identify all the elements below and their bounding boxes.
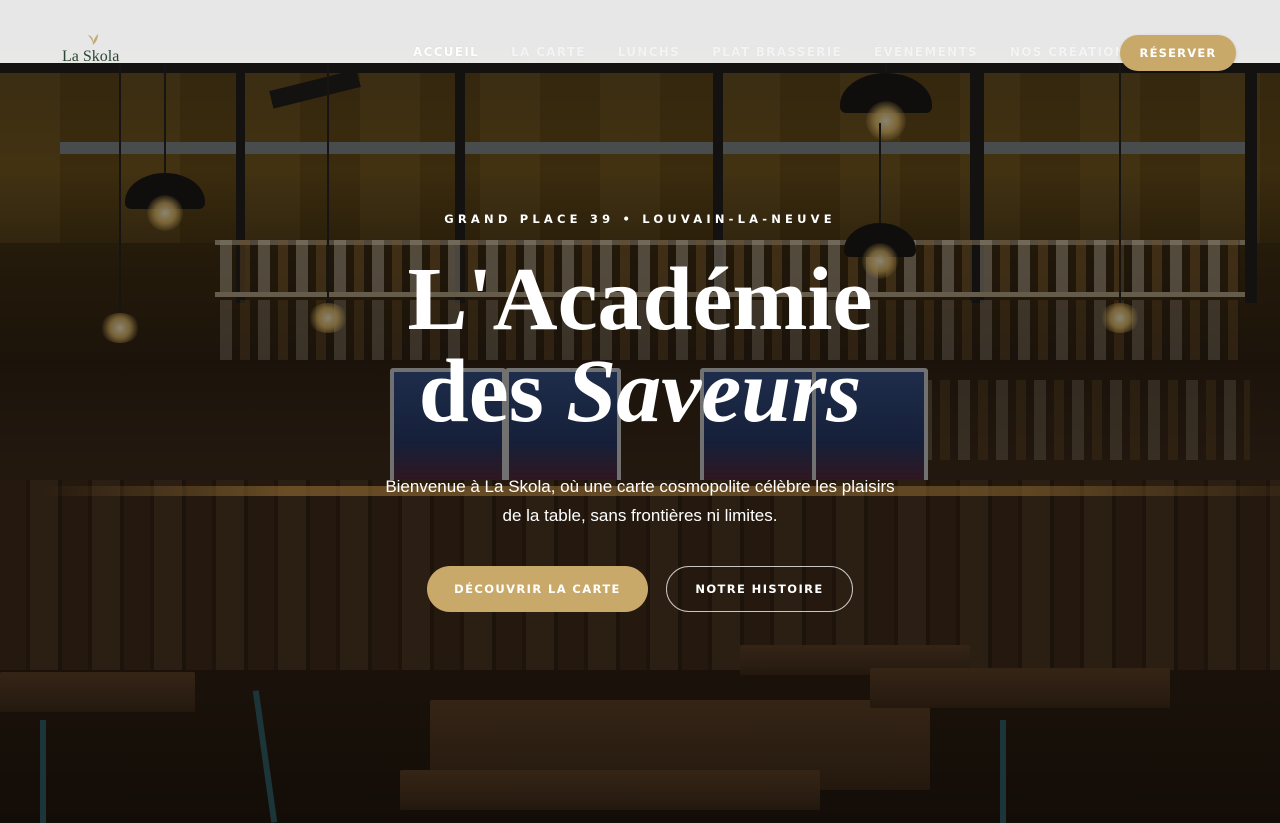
nav-item-nos-creations[interactable]: NOS CRÉATIONS	[1010, 45, 1136, 59]
hero-title-plain: des	[418, 342, 567, 441]
discover-menu-button[interactable]: DÉCOUVRIR LA CARTE	[427, 566, 648, 612]
leaf-icon	[86, 32, 100, 49]
hero-title: L'Académie des Saveurs	[0, 254, 1280, 438]
hero-description: Bienvenue à La Skola, où une carte cosmo…	[385, 477, 895, 525]
hero-title-italic: Saveurs	[566, 342, 862, 441]
main-nav: ACCUEIL LA CARTE LUNCHS PLAT BRASSERIE É…	[413, 45, 1168, 59]
nav-item-plat-brasserie[interactable]: PLAT BRASSERIE	[712, 45, 842, 59]
hero-title-line1: L'Académie	[407, 250, 873, 349]
nav-item-accueil[interactable]: ACCUEIL	[413, 45, 479, 59]
reserve-button[interactable]: RÉSERVER	[1120, 35, 1236, 71]
nav-item-evenements[interactable]: ÉVÉNEMENTS	[874, 45, 978, 59]
hero-address: GRAND PLACE 39 • LOUVAIN-LA-NEUVE	[444, 212, 836, 226]
site-logo[interactable]: La Skola	[58, 30, 122, 66]
our-story-button[interactable]: NOTRE HISTOIRE	[666, 566, 853, 612]
hero-title-line2: des Saveurs	[0, 346, 1280, 438]
site-header: La Skola ACCUEIL LA CARTE LUNCHS PLAT BR…	[0, 0, 1280, 71]
nav-item-lunchs[interactable]: LUNCHS	[618, 45, 680, 59]
logo-text: La Skola	[62, 48, 120, 65]
nav-item-la-carte[interactable]: LA CARTE	[511, 45, 586, 59]
